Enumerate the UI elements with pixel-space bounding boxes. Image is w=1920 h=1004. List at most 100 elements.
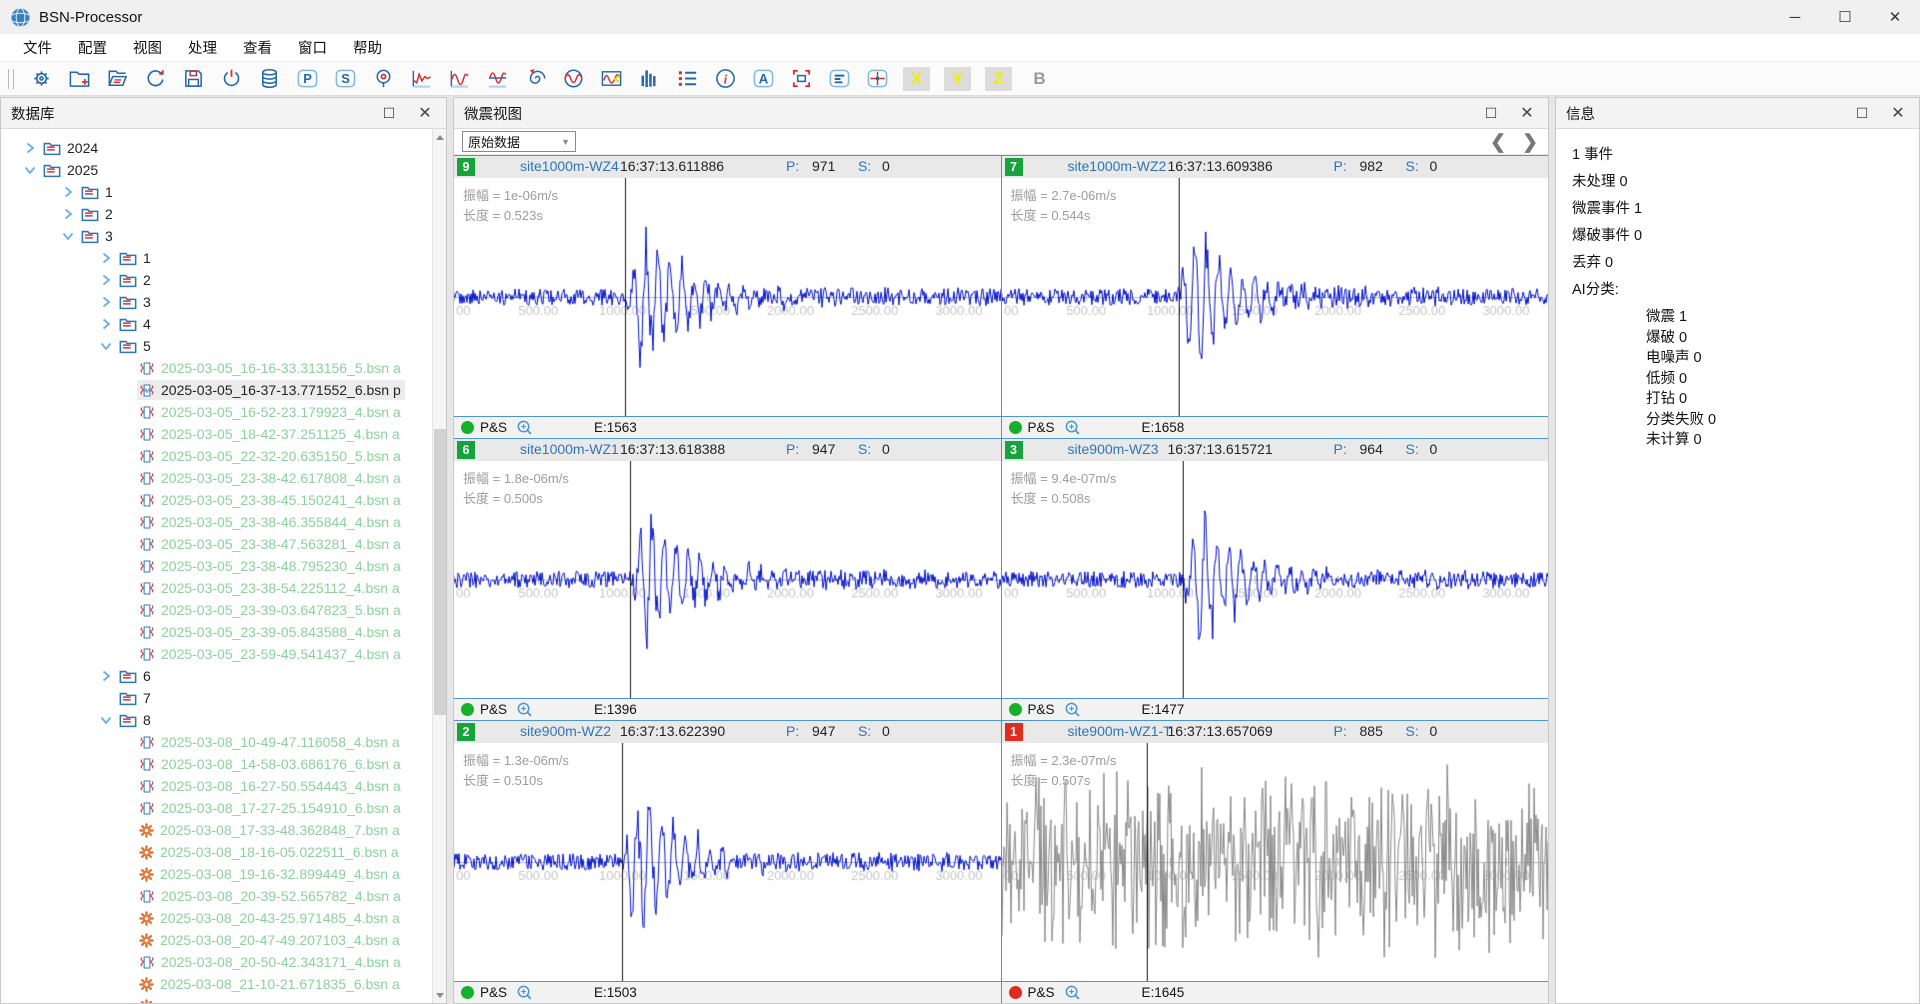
scrollbar-thumb[interactable]	[434, 429, 446, 715]
window-close-button[interactable]: ✕	[1870, 0, 1920, 34]
ps-toggle-button[interactable]: P&S	[1028, 420, 1055, 435]
database-maximize-icon[interactable]: ☐	[372, 98, 406, 128]
tree-file-item[interactable]: 2025-03-05_23-38-42.617808_4.bsn a	[1, 467, 432, 489]
tree-file-item[interactable]: 2025-03-05_16-52-23.179923_4.bsn a	[1, 401, 432, 423]
open-folder-icon[interactable]	[105, 66, 130, 92]
tree-file-item[interactable]: 2025-03-05_18-42-37.251125_4.bsn a	[1, 423, 432, 445]
site-name-label[interactable]: site1000m-WZ1	[520, 441, 619, 457]
tree-expand-icon[interactable]	[61, 207, 75, 221]
settings-icon[interactable]	[29, 66, 54, 92]
tree-expand-icon[interactable]	[61, 185, 75, 199]
waveform-maximize-icon[interactable]: ☐	[1474, 98, 1508, 128]
tree-file-item[interactable]: 2025-03-08_17-33-48.362848_7.bsn a	[1, 819, 432, 841]
waveform-smooth-icon[interactable]	[485, 66, 510, 92]
menu-item-2[interactable]: 视图	[120, 33, 175, 62]
select-region-icon[interactable]	[789, 66, 814, 92]
tree-file-item[interactable]: 2025-03-05_23-38-54.225112_4.bsn a	[1, 577, 432, 599]
database-icon[interactable]	[257, 66, 282, 92]
tree-file-item[interactable]: 2025-03-08_17-27-25.154910_6.bsn a	[1, 797, 432, 819]
tree-folder-4[interactable]: 4	[1, 313, 432, 335]
tree-file-item[interactable]: 2025-03-08_20-43-25.971485_4.bsn a	[1, 907, 432, 929]
tree-expand-icon[interactable]	[99, 273, 113, 287]
menu-item-6[interactable]: 帮助	[340, 33, 395, 62]
text-label-icon[interactable]: A	[751, 66, 776, 92]
locate-icon[interactable]	[371, 66, 396, 92]
tree-file-item[interactable]	[1, 995, 432, 1003]
menu-item-1[interactable]: 配置	[65, 33, 120, 62]
tree-file-item[interactable]: 2025-03-05_23-39-03.647823_5.bsn a	[1, 599, 432, 621]
tree-folder-2[interactable]: 2	[1, 203, 432, 225]
tree-expand-icon[interactable]	[99, 713, 113, 727]
tree-expand-icon[interactable]	[99, 339, 113, 353]
toolbar-grip[interactable]	[8, 69, 14, 89]
tree-expand-icon[interactable]	[23, 141, 37, 155]
tree-folder-2025[interactable]: 2025	[1, 159, 432, 181]
waveform-pick-icon[interactable]	[409, 66, 434, 92]
tree-file-item[interactable]: 2025-03-08_18-16-05.022511_6.bsn a	[1, 841, 432, 863]
site-name-label[interactable]: site900m-WZ1-T	[1068, 723, 1172, 739]
tree-file-item[interactable]: 2025-03-05_23-38-45.150241_4.bsn a	[1, 489, 432, 511]
s-phase-icon[interactable]: S	[333, 66, 358, 92]
power-icon[interactable]	[219, 66, 244, 92]
ps-toggle-button[interactable]: P&S	[480, 702, 507, 717]
tree-file-item[interactable]: 2025-03-08_14-58-03.686176_6.bsn a	[1, 753, 432, 775]
waveform-plot-area[interactable]: 振幅 = 2.7e-06m/s 长度 = 0.544s	[1002, 178, 1549, 416]
tree-file-item[interactable]: 2025-03-05_23-38-48.795230_4.bsn a	[1, 555, 432, 577]
waveform-multi-icon[interactable]	[447, 66, 472, 92]
tree-expand-icon[interactable]	[99, 317, 113, 331]
tree-expand-icon[interactable]	[23, 163, 37, 177]
histogram-icon[interactable]	[637, 66, 662, 92]
report-icon[interactable]	[827, 66, 852, 92]
waveform-plot-area[interactable]: 振幅 = 2.3e-07m/s 长度 = 0.507s	[1002, 743, 1549, 981]
zoom-magnifier-icon[interactable]	[516, 419, 533, 438]
axis-button-x[interactable]: X	[903, 67, 930, 91]
site-name-label[interactable]: site1000m-WZ2	[1068, 158, 1167, 174]
axis-button-z[interactable]: Z	[985, 67, 1012, 91]
database-close-icon[interactable]: ✕	[408, 98, 442, 128]
new-folder-icon[interactable]	[67, 66, 92, 92]
axis-button-y[interactable]: Y	[944, 67, 971, 91]
tree-file-item[interactable]: 2025-03-05_22-32-20.635150_5.bsn a	[1, 445, 432, 467]
crosshair-icon[interactable]	[865, 66, 890, 92]
site-name-label[interactable]: site900m-WZ3	[1068, 441, 1159, 457]
next-event-button[interactable]: ❯	[1522, 133, 1538, 152]
zoom-magnifier-icon[interactable]	[1064, 419, 1081, 438]
rotate-waveform-icon[interactable]	[561, 66, 586, 92]
tree-expand-icon[interactable]	[99, 251, 113, 265]
menu-item-4[interactable]: 查看	[230, 33, 285, 62]
tree-folder-5[interactable]: 5	[1, 335, 432, 357]
zoom-magnifier-icon[interactable]	[1064, 701, 1081, 720]
tree-file-item[interactable]: 2025-03-08_21-10-21.671835_6.bsn a	[1, 973, 432, 995]
ps-toggle-button[interactable]: P&S	[480, 420, 507, 435]
menu-item-5[interactable]: 窗口	[285, 33, 340, 62]
tree-scrollbar[interactable]	[432, 129, 446, 1003]
zoom-magnifier-icon[interactable]	[516, 984, 533, 1003]
waveform-plot-area[interactable]: 振幅 = 9.4e-07m/s 长度 = 0.508s	[1002, 461, 1549, 699]
p-phase-icon[interactable]: P	[295, 66, 320, 92]
tree-expand-icon[interactable]	[61, 229, 75, 243]
window-minimize-button[interactable]: ─	[1770, 0, 1820, 34]
tree-folder-1[interactable]: 1	[1, 181, 432, 203]
tree-folder-3[interactable]: 3	[1, 291, 432, 313]
tree-file-item[interactable]: 2025-03-05_16-16-33.313156_5.bsn a	[1, 357, 432, 379]
tree-file-item[interactable]: 2025-03-05_23-59-49.541437_4.bsn a	[1, 643, 432, 665]
data-mode-dropdown[interactable]: 原始数据 ▼	[462, 131, 576, 152]
zoom-magnifier-icon[interactable]	[1064, 984, 1081, 1003]
site-name-label[interactable]: site900m-WZ2	[520, 723, 611, 739]
save-icon[interactable]	[181, 66, 206, 92]
info-maximize-icon[interactable]: ☐	[1845, 98, 1879, 128]
info-close-icon[interactable]: ✕	[1881, 98, 1915, 128]
waveform-plot-area[interactable]: 振幅 = 1e-06m/s 长度 = 0.523s	[454, 178, 1001, 416]
tree-folder-1[interactable]: 1	[1, 247, 432, 269]
scrollbar-down-arrow[interactable]	[433, 987, 447, 1003]
waveform-plot-area[interactable]: 振幅 = 1.8e-06m/s 长度 = 0.500s	[454, 461, 1001, 699]
tree-file-item[interactable]: 2025-03-08_20-39-52.565782_4.bsn a	[1, 885, 432, 907]
scrollbar-up-arrow[interactable]	[433, 129, 447, 145]
replay-icon[interactable]	[523, 66, 548, 92]
tree-file-item[interactable]: 2025-03-08_16-27-50.554443_4.bsn a	[1, 775, 432, 797]
tree-file-item[interactable]: 2025-03-05_23-39-05.843588_4.bsn a	[1, 621, 432, 643]
tree-folder-3[interactable]: 3	[1, 225, 432, 247]
tree-folder-2[interactable]: 2	[1, 269, 432, 291]
tree-expand-icon[interactable]	[99, 669, 113, 683]
event-list-icon[interactable]	[675, 66, 700, 92]
